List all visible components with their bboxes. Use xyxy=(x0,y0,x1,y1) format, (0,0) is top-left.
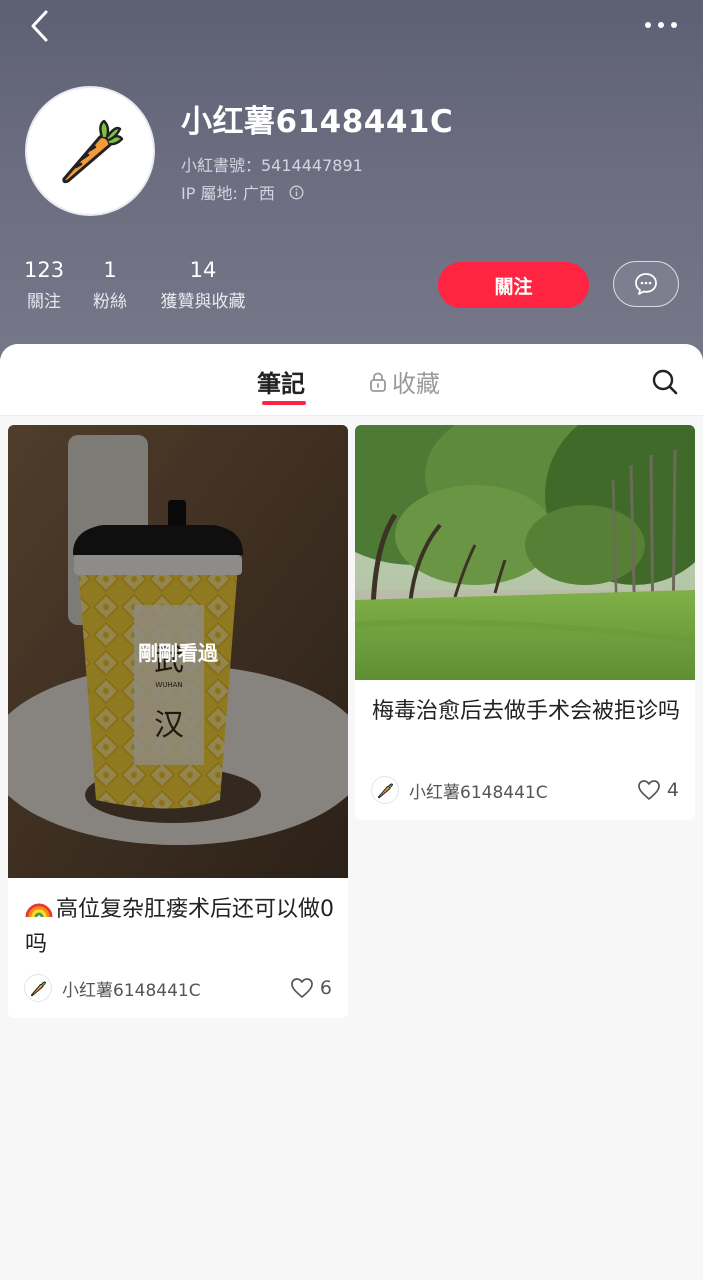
follow-button[interactable]: 關注 xyxy=(438,262,589,308)
account-id: 小紅書號：5414447891 xyxy=(181,156,363,175)
like-button[interactable]: 6 xyxy=(290,977,332,999)
more-horizontal-icon xyxy=(645,22,677,28)
note-card[interactable]: 武 WUHAN 汉 剛剛看過 高位复杂肛瘘术后还可以做0吗 小红薯6148441… xyxy=(8,425,348,1018)
chat-bubble-icon xyxy=(635,273,657,295)
search-button[interactable] xyxy=(651,368,679,396)
message-button[interactable] xyxy=(613,261,679,307)
stat-value: 1 xyxy=(103,258,117,282)
recently-viewed-label: 剛剛看過 xyxy=(138,641,218,665)
search-icon xyxy=(652,369,678,395)
stat-label: 關注 xyxy=(27,292,61,312)
heart-icon xyxy=(638,780,660,800)
profile-header: 小红薯6148441C 小紅書號：5414447891 IP 屬地: 广西 12… xyxy=(0,0,703,380)
tab-collections-label: 收藏 xyxy=(392,370,440,398)
note-footer: 小红薯6148441C 6 xyxy=(24,973,332,1003)
info-icon[interactable] xyxy=(289,185,304,200)
tab-collections[interactable]: 收藏 xyxy=(368,364,440,399)
stat-value: 123 xyxy=(24,258,65,282)
carrot-icon xyxy=(377,783,394,799)
back-button[interactable] xyxy=(22,8,58,44)
note-title: 梅毒治愈后去做手术会被拒诊吗 xyxy=(372,699,681,724)
stat-value: 14 xyxy=(189,258,217,282)
tab-bar: 筆記 收藏 xyxy=(0,344,703,416)
lock-icon xyxy=(370,372,386,392)
avatar[interactable] xyxy=(25,86,155,216)
chevron-left-icon xyxy=(31,10,48,42)
author-name[interactable]: 小红薯6148441C xyxy=(409,778,637,803)
content-panel: 筆記 收藏 武 WUHAN 汉 剛剛看過 高位复杂肛瘘术后还可以做0吗 小红薯6… xyxy=(0,344,703,1280)
stat-label: 粉絲 xyxy=(93,292,127,312)
stat-likes-collects[interactable]: 14 獲贊與收藏 xyxy=(157,258,249,312)
active-tab-indicator xyxy=(262,401,306,405)
note-footer: 小红薯6148441C 4 xyxy=(371,775,679,805)
note-cover-image xyxy=(355,425,695,680)
like-count: 6 xyxy=(319,977,332,999)
more-button[interactable] xyxy=(641,10,681,40)
tab-notes[interactable]: 筆記 xyxy=(257,364,305,399)
note-title-text: 高位复杂肛瘘术后还可以做0吗 xyxy=(25,897,334,957)
author-avatar[interactable] xyxy=(371,776,399,804)
note-cover-image: 武 WUHAN 汉 剛剛看過 xyxy=(8,425,348,878)
stat-followers[interactable]: 1 粉絲 xyxy=(90,258,130,312)
like-count: 4 xyxy=(666,779,679,801)
author-name[interactable]: 小红薯6148441C xyxy=(62,976,290,1001)
heart-icon xyxy=(291,978,313,998)
ip-location-text: IP 屬地: 广西 xyxy=(181,184,275,203)
ip-location: IP 屬地: 广西 xyxy=(181,180,304,204)
like-button[interactable]: 4 xyxy=(637,779,679,801)
note-title: 高位复杂肛瘘术后还可以做0吗 xyxy=(25,892,334,962)
carrot-icon xyxy=(62,119,124,184)
note-card[interactable]: 梅毒治愈后去做手术会被拒诊吗 小红薯6148441C 4 xyxy=(355,425,695,820)
recently-viewed-overlay: 剛剛看過 xyxy=(8,425,348,878)
stat-label: 獲贊與收藏 xyxy=(160,292,246,312)
stat-following[interactable]: 123 關注 xyxy=(24,258,64,312)
username: 小红薯6148441C xyxy=(181,104,454,140)
author-avatar[interactable] xyxy=(24,974,52,1002)
tab-notes-label: 筆記 xyxy=(257,370,305,398)
carrot-icon xyxy=(30,981,47,997)
rainbow-emoji-icon xyxy=(25,903,53,918)
